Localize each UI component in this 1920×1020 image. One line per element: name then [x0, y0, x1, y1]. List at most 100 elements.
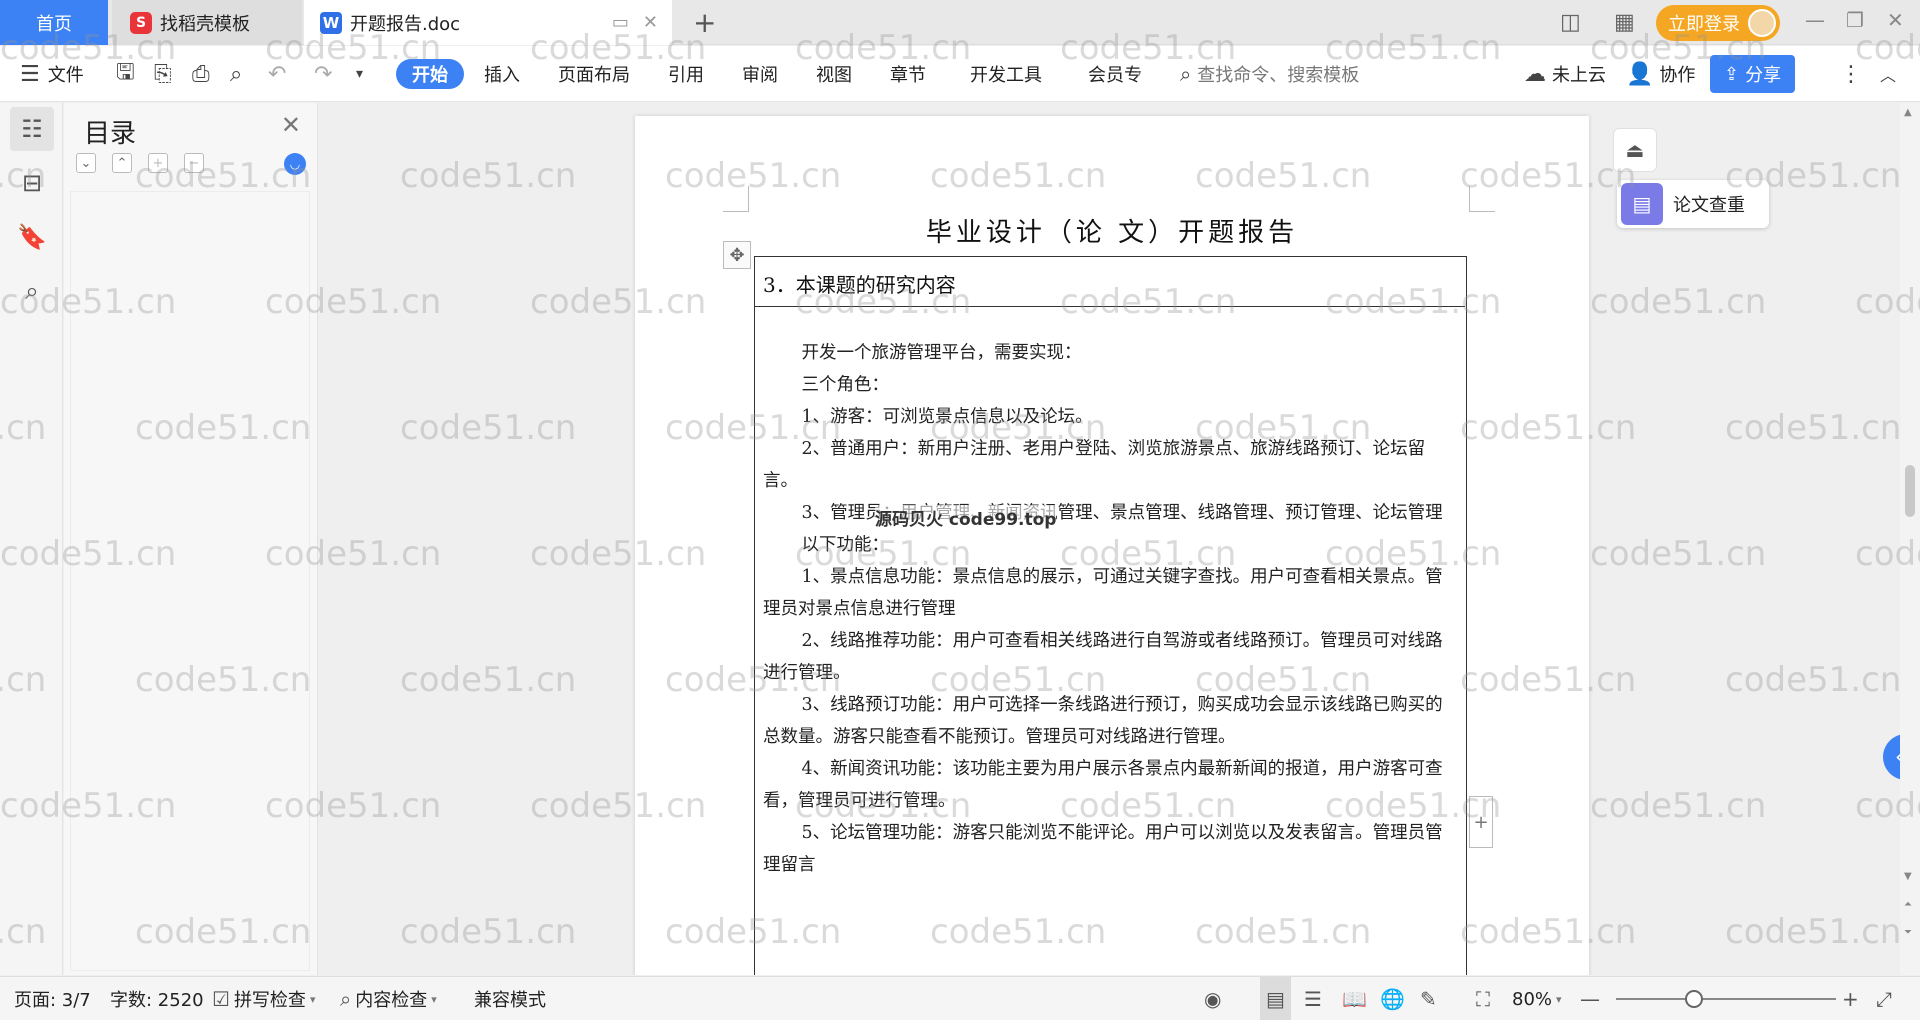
table-move-handle-icon[interactable]: ✥ — [723, 241, 751, 269]
share-button[interactable]: ⇪ 分享 — [1710, 55, 1796, 93]
toc-list — [70, 191, 310, 971]
next-page-icon[interactable]: ⏷ — [1904, 927, 1912, 938]
quick-access-dropdown-icon[interactable]: ▾ — [356, 46, 363, 102]
tab-developer-label: 开发工具 — [970, 65, 1042, 86]
apps-grid-icon[interactable]: ▦ — [1614, 10, 1635, 35]
tab-member-label: 会员专 — [1088, 65, 1142, 86]
more-options-icon[interactable]: ⋮ — [1840, 46, 1862, 102]
page-view-icon[interactable]: ▤ — [1260, 977, 1291, 1020]
tab-view[interactable]: 视图 — [816, 46, 852, 102]
outline-view-icon[interactable]: ☰ — [1304, 977, 1322, 1020]
minimize-icon[interactable]: — — [1805, 8, 1825, 32]
cloud-icon: ☁ — [1524, 61, 1546, 87]
close-icon[interactable]: ✕ — [281, 111, 301, 139]
file-menu[interactable]: ☰ 文件 — [20, 46, 84, 102]
close-window-icon[interactable]: ✕ — [1887, 8, 1904, 32]
body-paragraph: 4、新闻资讯功能：该功能主要为用户展示各景点内最新新闻的报道，用户游客可查看，管… — [763, 759, 1443, 811]
restore-icon[interactable]: ❐ — [1846, 8, 1864, 32]
avatar — [1748, 9, 1776, 37]
dropdown-arrow-icon: ▾ — [431, 992, 437, 1006]
zoom-level[interactable]: 80% ▾ — [1512, 977, 1562, 1020]
vertical-scrollbar[interactable]: ▲ ▼ ⏶ ⏷ — [1900, 103, 1920, 975]
navigation-pane-icon[interactable]: ⊟ — [10, 161, 54, 205]
close-tab-icon[interactable]: ✕ — [643, 12, 658, 33]
tab-references[interactable]: 引用 — [668, 46, 704, 102]
layout-toggle-icon[interactable]: ◫ — [1560, 10, 1581, 35]
scrollbar-thumb[interactable] — [1905, 465, 1915, 517]
remove-level-icon[interactable]: − — [184, 153, 204, 173]
section-heading: 3．本课题的研究内容 — [755, 257, 1465, 307]
prev-page-icon[interactable]: ⏶ — [1904, 899, 1912, 910]
add-level-icon[interactable]: + — [148, 153, 168, 173]
export-icon[interactable]: ⎘ — [154, 46, 172, 102]
new-tab-button[interactable]: + — [693, 6, 716, 39]
spell-check-button[interactable]: ☑ 拼写检查 ▾ — [212, 977, 315, 1020]
section-body: 开发一个旅游管理平台，需要实现： 三个角色： 1、游客：可浏览景点信息以及论坛。… — [763, 337, 1459, 881]
print-icon[interactable]: ⎙ — [192, 46, 210, 102]
eye-protection-icon[interactable]: ◉ — [1204, 977, 1221, 1020]
compat-mode: 兼容模式 — [474, 977, 546, 1020]
body-paragraph: 三个角色： — [801, 375, 890, 395]
fullscreen-icon[interactable]: ⤢ — [1876, 977, 1892, 1020]
scroll-down-icon[interactable]: ▼ — [1904, 871, 1912, 882]
tab-review[interactable]: 审阅 — [742, 46, 778, 102]
fit-page-icon[interactable]: ⛶ — [1476, 977, 1490, 1020]
tab-start-label: 开始 — [412, 65, 448, 86]
content-check-label: 内容检查 — [355, 990, 428, 1011]
page-indicator[interactable]: 页面: 3/7 — [14, 977, 91, 1020]
tab-member[interactable]: 会员专 — [1088, 46, 1142, 102]
zoom-out-icon[interactable]: — — [1580, 977, 1600, 1020]
zoom-slider-track[interactable] — [1616, 998, 1836, 1000]
save-icon[interactable]: 🖫 — [116, 46, 135, 102]
write-mode-icon[interactable]: ✎ — [1420, 977, 1437, 1020]
tab-templates[interactable]: S 找稻壳模板 — [112, 0, 302, 45]
cloud-status-button[interactable]: ☁ 未上云 — [1524, 46, 1606, 102]
login-button[interactable]: 立即登录 — [1656, 5, 1780, 41]
title-tab-bar: 首页 S 找稻壳模板 W 开题报告.doc ▭ ✕ + ◫ ▦ 立即登录 — ❐… — [0, 0, 1920, 45]
collapse-panel-icon[interactable]: ⏏ — [1613, 128, 1657, 172]
tab-start[interactable]: 开始 — [396, 59, 464, 89]
body-paragraph: 1、景点信息功能：景点信息的展示，可通过关键字查找。用户可查看相关景点。管理员对… — [763, 567, 1443, 619]
add-row-button[interactable]: + — [1469, 796, 1493, 848]
tab-page-layout[interactable]: 页面布局 — [558, 46, 630, 102]
search-icon[interactable]: ⌕ — [10, 269, 54, 313]
toc-panel-icon[interactable]: ☷ — [10, 107, 54, 151]
screen-icon[interactable]: ▭ — [612, 12, 629, 33]
redo-icon[interactable]: ↷ — [314, 46, 332, 102]
scroll-up-icon[interactable]: ▲ — [1904, 107, 1912, 118]
tab-document[interactable]: W 开题报告.doc ▭ ✕ — [304, 0, 672, 45]
word-count[interactable]: 字数: 2520 — [110, 977, 204, 1020]
tab-home[interactable]: 首页 — [0, 0, 108, 45]
web-view-icon[interactable]: 🌐 — [1380, 977, 1405, 1020]
document-page[interactable]: 毕业设计（论 文）开题报告 ✥ 3．本课题的研究内容 开发一个旅游管理平台，需要… — [635, 116, 1589, 975]
zoom-in-icon[interactable]: + — [1842, 977, 1859, 1020]
ribbon-toolbar: ☰ 文件 🖫 ⎘ ⎙ ⌕ ↶ ↷ ▾ 开始 插入 页面布局 引用 审阅 视图 章… — [0, 46, 1920, 102]
tab-page-layout-label: 页面布局 — [558, 65, 630, 86]
tab-developer[interactable]: 开发工具 — [970, 46, 1042, 102]
expand-down-icon[interactable]: ⌄ — [76, 153, 96, 173]
body-paragraph: 2、普通用户：新用户注册、老用户登陆、浏览旅游景点、旅游线路预订、论坛留言。 — [763, 439, 1426, 491]
tab-insert[interactable]: 插入 — [484, 46, 520, 102]
command-search-input[interactable]: ⌕ 查找命令、搜索模板 — [1180, 46, 1359, 102]
collapse-up-icon[interactable]: ⌃ — [112, 153, 132, 173]
tab-review-label: 审阅 — [742, 65, 778, 86]
report-table[interactable]: 3．本课题的研究内容 开发一个旅游管理平台，需要实现： 三个角色： 1、游客：可… — [754, 256, 1467, 975]
share-icon: ⇪ — [1724, 63, 1740, 85]
reading-view-icon[interactable]: 📖 — [1342, 977, 1367, 1020]
compat-mode-label: 兼容模式 — [474, 990, 546, 1011]
ai-assistant-icon[interactable]: ◡ — [284, 153, 306, 175]
collapse-ribbon-icon[interactable]: ︿ — [1880, 46, 1896, 102]
body-paragraph: 3、线路预订功能：用户可选择一条线路进行预订，购买成功会显示该线路已购买的总数量… — [763, 695, 1443, 747]
tab-chapter[interactable]: 章节 — [890, 46, 926, 102]
body-paragraph: 3、管理员：用户管理、新闻资讯管理、景点管理、线路管理、预订管理、论坛管理 — [801, 503, 1443, 523]
plagiarism-check-button[interactable]: ▤ 论文查重 — [1617, 180, 1769, 228]
tab-templates-label: 找稻壳模板 — [160, 13, 250, 35]
toc-title: 目录 — [84, 119, 137, 149]
ribbon-more-icon[interactable]: › — [1136, 46, 1142, 102]
collab-button[interactable]: 👤 协作 — [1626, 46, 1695, 102]
bookmark-icon[interactable]: 🔖 — [10, 215, 54, 259]
zoom-slider-knob[interactable] — [1685, 990, 1703, 1008]
undo-icon[interactable]: ↶ — [268, 46, 286, 102]
content-check-button[interactable]: ⌕ 内容检查 ▾ — [340, 977, 437, 1020]
preview-icon[interactable]: ⌕ — [230, 46, 242, 102]
